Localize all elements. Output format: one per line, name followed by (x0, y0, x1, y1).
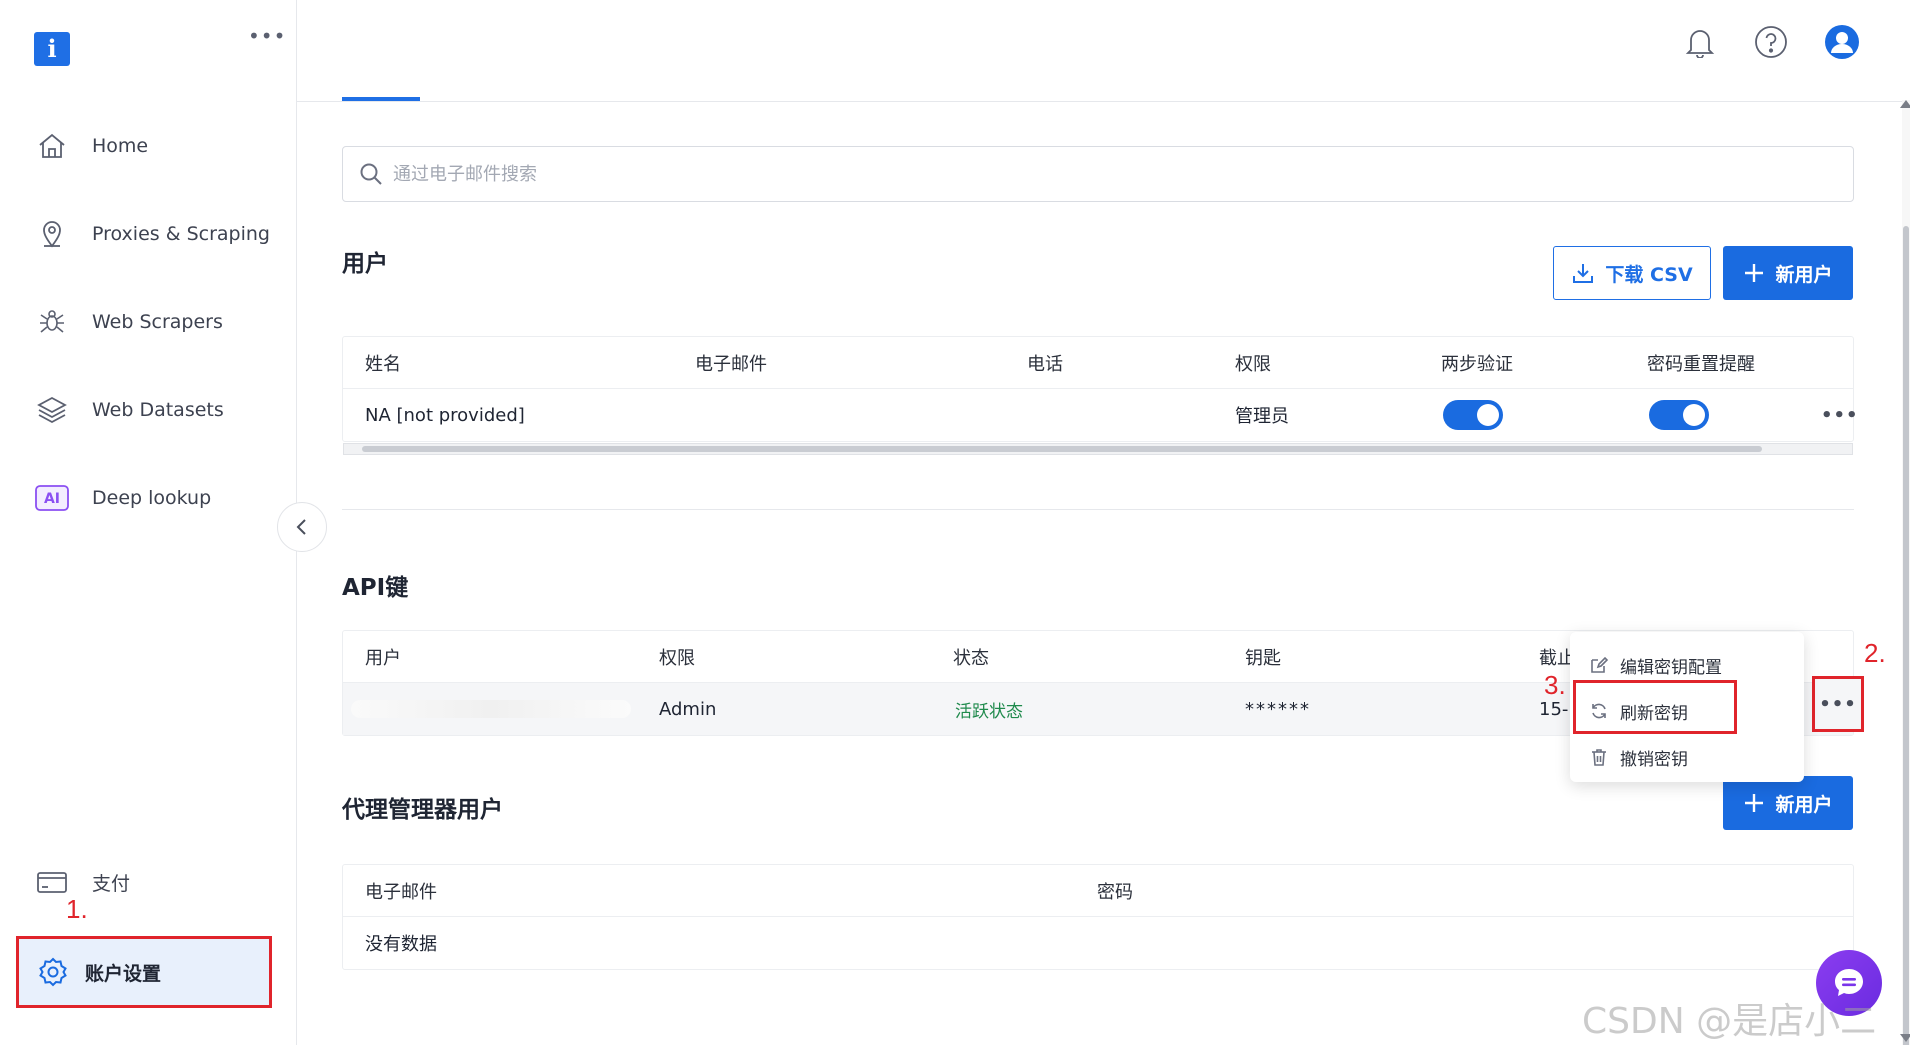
column-header: 权限 (1235, 353, 1271, 375)
api-keys-section-title: API键 (342, 575, 409, 601)
layers-icon (30, 388, 74, 432)
menu-item-revoke-key[interactable]: 撤销密钥 (1570, 734, 1804, 780)
horizontal-scrollbar[interactable] (343, 443, 1853, 455)
toggle-switch[interactable] (1443, 400, 1503, 430)
proxy-users-section-title: 代理管理器用户 (342, 797, 503, 823)
sidebar-item-label: Deep lookup (92, 487, 212, 509)
menu-item-label: 撤销密钥 (1620, 749, 1688, 770)
plus-icon (1743, 262, 1765, 284)
row-more-icon[interactable]: ••• (1821, 389, 1859, 441)
scrollbar-thumb[interactable] (1903, 226, 1909, 1045)
ai-icon: AI (30, 476, 74, 520)
table-row: 没有数据 (343, 917, 1853, 969)
column-header: 电话 (1027, 353, 1063, 375)
home-icon (30, 124, 74, 168)
api-key-masked: ****** (1245, 698, 1311, 720)
column-header: 密码 (1097, 881, 1133, 903)
add-user-button[interactable]: 新用户 (1723, 246, 1853, 300)
column-header: 姓名 (365, 353, 401, 375)
app-root: i ••• Home Proxies & Scraping Web Scrape… (0, 0, 1910, 1045)
sidebar-item-proxies[interactable]: Proxies & Scraping (30, 212, 280, 256)
redacted-text (351, 700, 631, 718)
user-role: 管理员 (1235, 406, 1289, 427)
sidebar-more-icon[interactable]: ••• (248, 24, 286, 48)
annotation-step-3: 3. (1544, 670, 1566, 700)
column-header: 电子邮件 (695, 353, 767, 375)
column-header: 电子邮件 (365, 881, 437, 903)
sidebar-item-account-settings[interactable]: 账户设置 (16, 936, 272, 1008)
search-icon (359, 162, 383, 186)
api-user-redacted (351, 683, 631, 735)
sidebar-item-label: Home (92, 135, 149, 157)
annotation-step-1: 1. (66, 894, 88, 924)
ai-icon-text: AI (44, 491, 60, 507)
spider-icon (30, 300, 74, 344)
avatar[interactable] (1822, 22, 1862, 62)
menu-item-label: 编辑密钥配置 (1620, 657, 1722, 678)
table-header: 姓名 电子邮件 电话 权限 两步验证 密码重置提醒 (343, 337, 1853, 389)
section-divider (342, 509, 1854, 510)
users-section-title: 用户 (342, 251, 388, 277)
annotation-highlight-refresh (1573, 680, 1737, 734)
vertical-scrollbar[interactable] (1902, 100, 1910, 1045)
sidebar-item-label: Web Scrapers (92, 311, 223, 333)
scroll-up-icon[interactable] (1900, 100, 1910, 108)
location-pin-icon (30, 212, 74, 256)
column-header: 权限 (659, 647, 695, 669)
toggle-switch[interactable] (1649, 400, 1709, 430)
collapse-sidebar-button[interactable] (277, 502, 327, 552)
chevron-left-icon (295, 518, 309, 536)
sidebar-item-label: Proxies & Scraping (92, 223, 270, 245)
column-header: 密码重置提醒 (1647, 353, 1755, 375)
user-name: NA [not provided] (365, 404, 525, 426)
more-icon: ••• (1819, 693, 1857, 715)
search-box (342, 146, 1854, 202)
table-row: NA [not provided] 管理员 ••• (343, 389, 1858, 441)
annotation-step-2: 2. (1864, 638, 1886, 668)
sidebar-item-web-scrapers[interactable]: Web Scrapers (30, 300, 280, 344)
status-badge: 活跃状态 (955, 701, 1023, 722)
sidebar-item-home[interactable]: Home (30, 124, 280, 168)
watermark: CSDN @是店小二呀 (1582, 1001, 1877, 1042)
download-csv-label: 下载 CSV (1605, 263, 1693, 286)
top-bar (297, 0, 1902, 102)
sidebar-item-label: 支付 (92, 872, 131, 895)
download-icon (1571, 261, 1595, 285)
edit-icon (1588, 654, 1610, 676)
trash-icon (1588, 746, 1610, 768)
users-table: 姓名 电子邮件 电话 权限 两步验证 密码重置提醒 NA [not provid… (342, 336, 1858, 455)
scrollbar-thumb[interactable] (362, 446, 1762, 452)
two-factor-toggle[interactable] (1443, 389, 1503, 441)
add-proxy-user-label: 新用户 (1775, 793, 1833, 816)
download-csv-button[interactable]: 下载 CSV (1553, 246, 1711, 300)
help-icon[interactable] (1751, 22, 1791, 62)
add-proxy-user-button[interactable]: 新用户 (1723, 776, 1853, 830)
api-role: Admin (659, 698, 717, 720)
table-header: 电子邮件 密码 (343, 865, 1853, 917)
empty-state-text: 没有数据 (365, 934, 437, 955)
column-header: 状态 (953, 647, 989, 669)
sidebar-item-label: 账户设置 (85, 962, 162, 985)
sidebar-item-web-datasets[interactable]: Web Datasets (30, 388, 280, 432)
password-reminder-toggle[interactable] (1649, 389, 1709, 441)
proxy-users-table: 电子邮件 密码 没有数据 (342, 864, 1854, 970)
sidebar: i ••• Home Proxies & Scraping Web Scrape… (0, 0, 297, 1045)
brand-logo[interactable]: i (34, 32, 70, 66)
sidebar-item-deep-lookup[interactable]: AI Deep lookup (30, 476, 280, 520)
active-tab-indicator (342, 97, 420, 101)
search-input[interactable] (393, 163, 1293, 185)
gear-icon (37, 956, 69, 988)
add-user-label: 新用户 (1775, 263, 1833, 286)
column-header: 钥匙 (1245, 647, 1281, 669)
sidebar-item-label: Web Datasets (92, 399, 224, 421)
column-header: 两步验证 (1441, 353, 1513, 375)
api-row-more-button[interactable]: ••• (1812, 676, 1864, 732)
bell-icon[interactable] (1680, 22, 1720, 62)
plus-icon (1743, 792, 1765, 814)
column-header: 用户 (365, 647, 401, 669)
